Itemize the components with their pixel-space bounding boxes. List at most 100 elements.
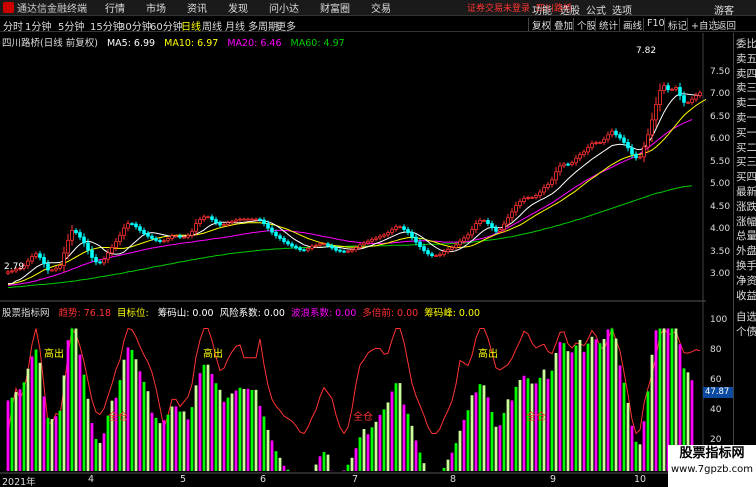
histogram-bar bbox=[390, 391, 394, 471]
indicator-legend-item: 波浪系数: 0.00 bbox=[290, 308, 357, 319]
histogram-bar bbox=[462, 419, 466, 471]
candle-body bbox=[638, 156, 642, 159]
candle-body bbox=[158, 239, 162, 243]
histogram-bar bbox=[522, 375, 526, 471]
indicator-legend-item: 趋势: 76.18 bbox=[58, 308, 111, 319]
menu-news[interactable]: 资讯 bbox=[187, 0, 207, 15]
tab-multi-period[interactable]: 多周期 bbox=[248, 18, 278, 33]
candle-body bbox=[134, 223, 138, 228]
histogram-bar bbox=[618, 365, 622, 471]
candle-body bbox=[462, 237, 466, 242]
candle-body bbox=[498, 229, 502, 232]
histogram-bar bbox=[70, 328, 74, 471]
candle-body bbox=[646, 134, 650, 148]
candle-body bbox=[570, 162, 574, 165]
histogram-bar bbox=[574, 345, 578, 471]
candle-body bbox=[378, 235, 382, 239]
histogram-bar bbox=[190, 407, 194, 471]
stats-button[interactable]: 统计 bbox=[595, 18, 621, 32]
menu-market[interactable]: 市场 bbox=[146, 0, 166, 15]
sidebar-item: 委比 bbox=[736, 38, 756, 50]
price-tick: 5.50 bbox=[710, 156, 731, 167]
menu-formula[interactable]: 公式 bbox=[586, 2, 606, 17]
candle-body bbox=[366, 240, 370, 244]
sidebar-item: 卖五 bbox=[736, 52, 756, 65]
histogram-bar bbox=[138, 371, 142, 471]
histogram-bar bbox=[410, 425, 414, 471]
candle-body bbox=[154, 238, 158, 241]
histogram-bar bbox=[490, 412, 494, 471]
histogram-bar bbox=[222, 401, 226, 471]
indicator-legend-item: 多倍前: 0.00 bbox=[362, 308, 419, 319]
menu-quotes[interactable]: 行情 bbox=[105, 0, 125, 15]
guest-user[interactable]: 游客 bbox=[714, 2, 734, 17]
histogram-bar bbox=[274, 451, 278, 471]
tab-60min[interactable]: 60分钟 bbox=[150, 18, 183, 33]
histogram-bar bbox=[486, 397, 490, 471]
candle-body bbox=[594, 142, 598, 144]
histogram-bar bbox=[538, 377, 542, 471]
histogram-bar bbox=[142, 381, 146, 471]
histogram-bar bbox=[634, 441, 638, 471]
histogram-bar bbox=[118, 380, 122, 471]
candle-body bbox=[538, 191, 542, 197]
candle-body bbox=[302, 249, 306, 252]
ma20-value: MA20: 6.46 bbox=[227, 38, 282, 49]
candle-body bbox=[230, 220, 234, 224]
histogram-bar bbox=[206, 364, 210, 471]
candle-body bbox=[642, 146, 646, 158]
histogram-bar bbox=[558, 342, 562, 471]
tab-15min[interactable]: 15分钟 bbox=[90, 18, 123, 33]
histogram-bar bbox=[502, 412, 506, 471]
draw-line-button[interactable]: 画线 bbox=[619, 18, 645, 32]
ma5-value: MA5: 6.99 bbox=[106, 38, 156, 49]
tab-more[interactable]: 更多 bbox=[276, 18, 296, 33]
quote-sidebar: 委比 卖五 卖四 卖三 卖二 卖一 买一 买二 买三 买四 最新 涨跌 涨幅 总量 外盘 换手 净资 收益 自选 个债 bbox=[733, 33, 756, 487]
indicator-legend: 股票指标网 趋势: 76.18 目标位: 筹码山: 0.00 风险系数: 0.00 波… bbox=[2, 305, 486, 319]
histogram-bar bbox=[18, 389, 22, 471]
candle-body bbox=[422, 246, 426, 252]
candle-body bbox=[534, 195, 538, 198]
candle-body bbox=[218, 222, 222, 226]
tab-1min[interactable]: 1分钟 bbox=[25, 18, 51, 33]
tab-5min[interactable]: 5分钟 bbox=[58, 18, 84, 33]
candle-body bbox=[530, 197, 534, 199]
candle-body bbox=[26, 260, 30, 266]
menu-stock-picking[interactable]: 选股 bbox=[560, 2, 580, 17]
candle-body bbox=[62, 252, 66, 266]
menu-options[interactable]: 选项 bbox=[612, 2, 632, 17]
ma60-value: MA60: 4.97 bbox=[290, 38, 345, 49]
candle-body bbox=[398, 226, 402, 229]
histogram-bar bbox=[54, 416, 58, 471]
login-warning[interactable]: 证券交易未登录 bbox=[467, 1, 530, 14]
tab-daily[interactable]: 日线 bbox=[181, 18, 201, 33]
back-button[interactable]: 返回 bbox=[713, 18, 739, 32]
indicator-tick: 40 bbox=[710, 405, 722, 415]
menu-discover[interactable]: 发现 bbox=[228, 0, 248, 15]
tab-monthly[interactable]: 月线 bbox=[225, 18, 245, 33]
security-title: 四川路桥(日线 前复权) bbox=[2, 38, 98, 49]
tab-30min[interactable]: 30分钟 bbox=[119, 18, 152, 33]
menu-trade[interactable]: 交易 bbox=[371, 0, 391, 15]
histogram-bar bbox=[66, 340, 70, 471]
histogram-bar bbox=[534, 383, 538, 471]
menu-functions[interactable]: 功能 bbox=[532, 2, 552, 17]
title-bar: 通达信金融终端 行情 市场 资讯 发现 问小达 财富圈 交易 证券交易未登录 四… bbox=[0, 0, 756, 17]
menu-ask[interactable]: 问小达 bbox=[269, 0, 299, 15]
histogram-bar bbox=[130, 349, 134, 471]
candle-body bbox=[86, 242, 90, 251]
menu-wealth[interactable]: 财富圈 bbox=[320, 0, 350, 15]
histogram-bar bbox=[594, 339, 598, 471]
histogram-bar bbox=[638, 444, 642, 471]
candle-body bbox=[526, 197, 530, 199]
tab-weekly[interactable]: 周线 bbox=[202, 18, 222, 33]
histogram-bar bbox=[214, 383, 218, 471]
histogram-bar bbox=[282, 465, 286, 471]
candle-body bbox=[206, 216, 210, 219]
histogram-bar bbox=[398, 383, 402, 471]
tab-intraday[interactable]: 分时 bbox=[3, 18, 23, 33]
candle-body bbox=[602, 138, 606, 143]
gaochu-label: 高出 bbox=[478, 349, 498, 360]
candle-body bbox=[226, 222, 230, 225]
candle-body bbox=[690, 98, 694, 103]
